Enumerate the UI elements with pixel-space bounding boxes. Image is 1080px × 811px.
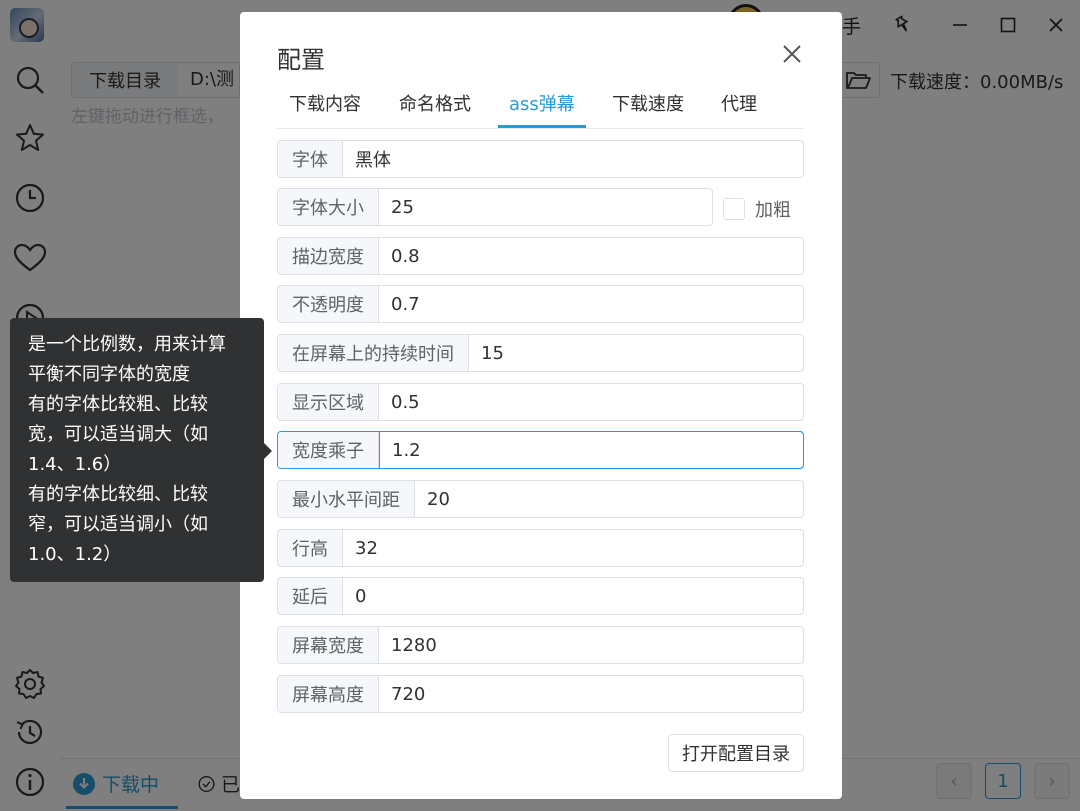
font-size-input[interactable]: 25 — [379, 189, 712, 225]
screen-width-field: 屏幕宽度 1280 — [277, 626, 804, 664]
delay-label: 延后 — [278, 578, 343, 614]
tooltip-arrow — [264, 443, 272, 459]
bold-checkbox-box[interactable] — [723, 198, 745, 220]
line-height-input[interactable]: 32 — [343, 530, 803, 566]
delay-field: 延后 0 — [277, 577, 804, 615]
screen-width-input[interactable]: 1280 — [379, 627, 803, 663]
min-h-spacing-input[interactable]: 20 — [415, 481, 803, 517]
outline-width-input[interactable]: 0.8 — [379, 238, 803, 274]
bold-label: 加粗 — [755, 200, 791, 221]
bold-checkbox[interactable]: 加粗 — [723, 196, 791, 222]
dialog-title: 配置 — [277, 46, 325, 74]
tab-naming-format[interactable]: 命名格式 — [399, 92, 471, 129]
font-input[interactable]: 黑体 — [343, 141, 803, 177]
close-icon[interactable] — [780, 42, 804, 66]
tooltip-line: 1.0、1.2） — [28, 544, 122, 565]
tab-ass-danmaku[interactable]: ass弹幕 — [509, 92, 575, 129]
tooltip-line: 窄，可以适当调小（如 — [28, 514, 208, 535]
min-h-spacing-field: 最小水平间距 20 — [277, 480, 804, 518]
outline-width-label: 描边宽度 — [278, 238, 379, 274]
font-label: 字体 — [278, 141, 343, 177]
min-h-spacing-label: 最小水平间距 — [278, 481, 415, 517]
width-multiplier-field: 宽度乘子 1.2 — [277, 431, 804, 469]
config-dialog: 配置 下载内容 命名格式 ass弹幕 下载速度 代理 字体 黑体 字体大小 25… — [240, 12, 842, 799]
tooltip-line: 有的字体比较细、比较 — [28, 484, 208, 505]
tooltip-line: 有的字体比较粗、比较 — [28, 394, 208, 415]
tooltip-line: 宽，可以适当调大（如 — [28, 424, 208, 445]
duration-field: 在屏幕上的持续时间 15 — [277, 334, 804, 372]
font-size-field: 字体大小 25 — [277, 188, 713, 226]
display-area-label: 显示区域 — [278, 384, 379, 420]
opacity-field: 不透明度 0.7 — [277, 285, 804, 323]
screen-width-label: 屏幕宽度 — [278, 627, 379, 663]
tooltip-line: 平衡不同字体的宽度 — [28, 364, 190, 385]
opacity-input[interactable]: 0.7 — [379, 286, 803, 322]
display-area-input[interactable]: 0.5 — [379, 384, 803, 420]
active-tab-underline — [498, 125, 586, 128]
line-height-field: 行高 32 — [277, 529, 804, 567]
delay-input[interactable]: 0 — [343, 578, 803, 614]
tab-download-content[interactable]: 下载内容 — [289, 92, 361, 129]
display-area-field: 显示区域 0.5 — [277, 383, 804, 421]
width-multiplier-input[interactable]: 1.2 — [379, 431, 804, 469]
open-config-dir-button[interactable]: 打开配置目录 — [668, 734, 804, 772]
config-tabs: 下载内容 命名格式 ass弹幕 下载速度 代理 — [277, 92, 804, 129]
outline-width-field: 描边宽度 0.8 — [277, 237, 804, 275]
duration-label: 在屏幕上的持续时间 — [278, 335, 469, 371]
tooltip-line: 是一个比例数，用来计算 — [28, 334, 226, 355]
screen-height-label: 屏幕高度 — [278, 676, 379, 712]
duration-input[interactable]: 15 — [469, 335, 803, 371]
width-multiplier-tooltip: 是一个比例数，用来计算 平衡不同字体的宽度 有的字体比较粗、比较 宽，可以适当调… — [10, 318, 264, 582]
screen-height-field: 屏幕高度 720 — [277, 675, 804, 713]
tooltip-line: 1.4、1.6） — [28, 454, 122, 475]
width-multiplier-label: 宽度乘子 — [278, 432, 379, 468]
screen-height-input[interactable]: 720 — [379, 676, 803, 712]
font-size-label: 字体大小 — [278, 189, 379, 225]
opacity-label: 不透明度 — [278, 286, 379, 322]
line-height-label: 行高 — [278, 530, 343, 566]
tab-proxy[interactable]: 代理 — [721, 92, 757, 129]
tab-download-speed[interactable]: 下载速度 — [612, 92, 684, 129]
font-field: 字体 黑体 — [277, 140, 804, 178]
